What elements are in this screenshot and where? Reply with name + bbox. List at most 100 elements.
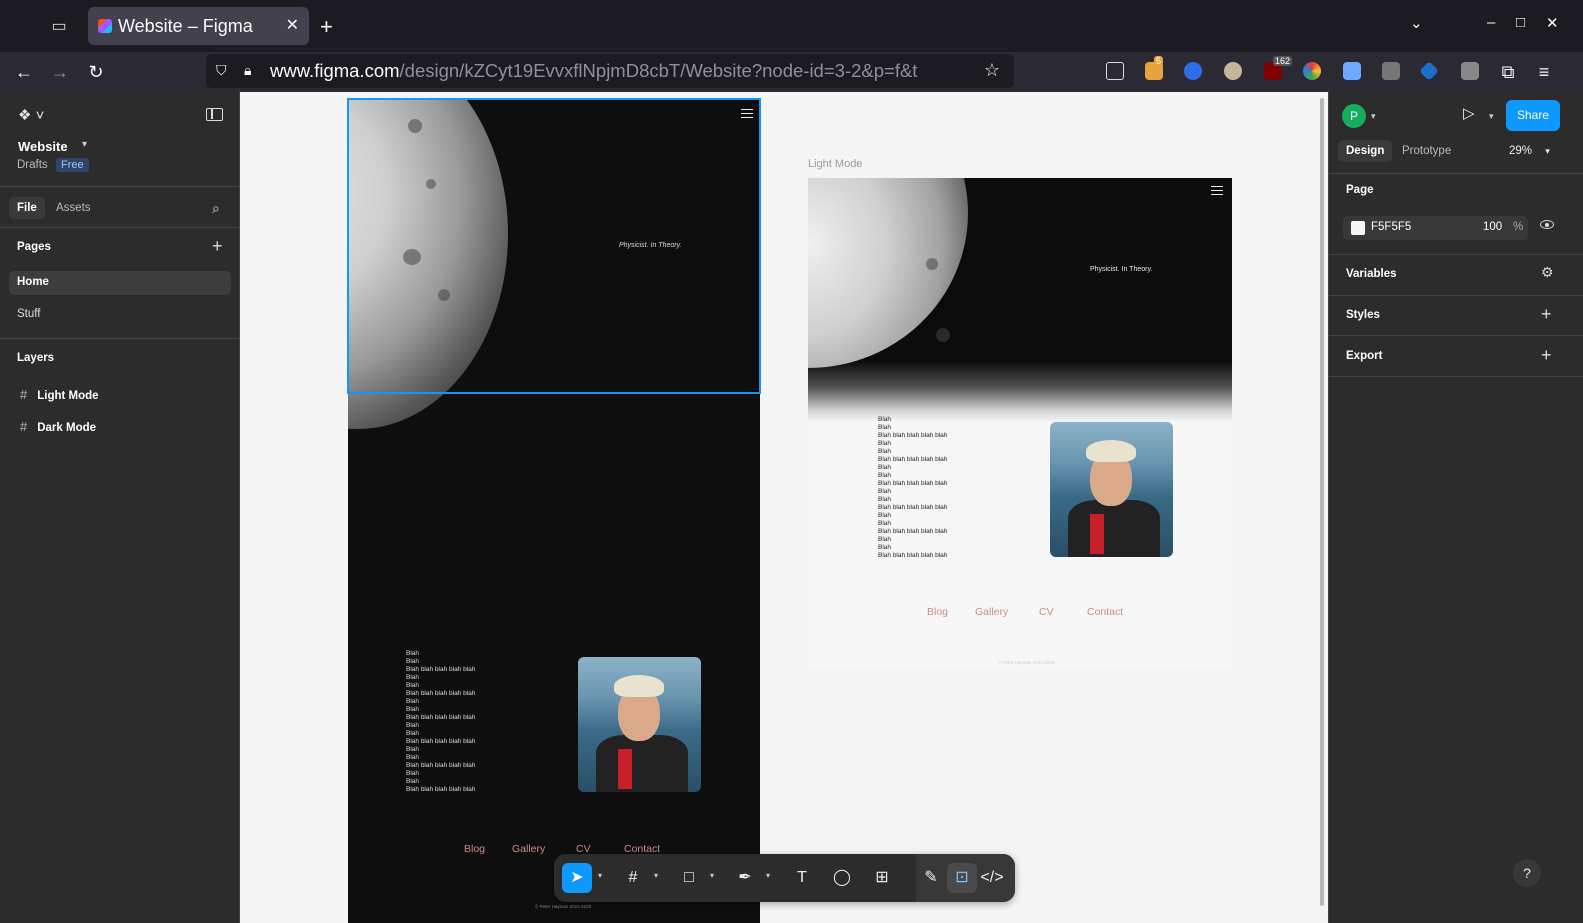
close-tab-icon[interactable]: ✕	[286, 15, 299, 35]
divider	[0, 186, 239, 187]
zoom-chevron-icon[interactable]: ▾	[1545, 146, 1550, 156]
design-mode-icon[interactable]: ⊡	[947, 863, 977, 893]
back-icon[interactable]: ←	[12, 60, 36, 84]
nav-link-blog: Blog	[464, 843, 486, 855]
canvas-scrollbar[interactable]	[1320, 98, 1324, 906]
tab-design[interactable]: Design	[1338, 140, 1393, 162]
ublock-icon[interactable]: 162	[1264, 56, 1293, 80]
color-extension-icon[interactable]	[1303, 62, 1321, 80]
frame-tool-icon[interactable]: #	[618, 863, 648, 893]
page-item-stuff[interactable]: Stuff	[9, 303, 231, 327]
color-swatch[interactable]	[1351, 221, 1365, 235]
mail-extension-icon[interactable]: 5	[1145, 56, 1164, 80]
page-item-home[interactable]: Home	[9, 271, 231, 295]
profile-photo	[578, 657, 701, 792]
todo-extension-icon[interactable]	[1184, 62, 1202, 80]
present-play-icon[interactable]: ▷	[1463, 104, 1475, 122]
hamburger-menu-icon	[1211, 186, 1223, 195]
fill-hex-input[interactable]: F5F5F5	[1371, 221, 1411, 233]
divider	[1329, 295, 1583, 296]
help-button[interactable]: ?	[1513, 859, 1541, 887]
new-tab-icon[interactable]: +	[320, 14, 333, 40]
light-mode-frame[interactable]: Physicist. In Theory. Blah Blah Blah bla…	[808, 178, 1232, 668]
move-tool-chevron-icon[interactable]: ▾	[598, 871, 602, 880]
fill-opacity-input[interactable]: 100	[1483, 221, 1502, 233]
diamond-extension-icon[interactable]	[1419, 61, 1439, 81]
pen-tool-icon[interactable]: ✒	[730, 863, 760, 893]
layer-dark-mode[interactable]: # Dark Mode	[20, 419, 96, 434]
file-name[interactable]: Website	[18, 139, 68, 154]
tab-list-icon[interactable]: ▭	[48, 16, 70, 38]
opacity-unit: %	[1513, 221, 1524, 233]
figma-window: ▭ Website – Figma ✕ + ⌄ – □ ✕ ← → ↻ ⛉ 🔒︎…	[0, 0, 1583, 923]
frame-tool-chevron-icon[interactable]: ▾	[654, 871, 658, 880]
moon-crater	[936, 328, 950, 342]
add-export-icon[interactable]: +	[1541, 345, 1552, 366]
nav-link-blog: Blog	[927, 606, 949, 618]
frame-label-light-mode[interactable]: Light Mode	[808, 158, 862, 170]
minimize-icon[interactable]: –	[1487, 14, 1495, 31]
pocket-icon[interactable]	[1106, 62, 1124, 80]
page-section-heading: Page	[1346, 184, 1374, 196]
layer-light-mode[interactable]: # Light Mode	[20, 387, 99, 402]
profile-photo	[1050, 422, 1173, 557]
toggle-sidebar-icon[interactable]	[206, 108, 223, 121]
share-button[interactable]: Share	[1506, 100, 1560, 131]
add-page-icon[interactable]: +	[212, 236, 223, 257]
move-tool-icon[interactable]: ➤	[562, 863, 592, 893]
shape-tool-chevron-icon[interactable]: ▾	[710, 871, 714, 880]
file-menu-chevron-icon[interactable]: ▾	[82, 139, 87, 150]
text-tool-icon[interactable]: T	[787, 863, 817, 893]
hero-tagline: Physicist. In Theory.	[1090, 266, 1153, 273]
bookmark-star-icon[interactable]: ☆	[984, 60, 1000, 81]
divider	[0, 338, 239, 339]
nav-link-gallery: Gallery	[512, 843, 546, 855]
tab-file[interactable]: File	[9, 197, 45, 219]
left-panel: ❖ ˅ Website ▾ Drafts Free File Assets ⌕ …	[0, 92, 240, 923]
lock-icon[interactable]: 🔒︎	[244, 62, 251, 79]
browser-tab[interactable]: Website – Figma ✕	[88, 7, 309, 45]
search-icon[interactable]: ⌕	[212, 200, 220, 217]
reload-icon[interactable]: ↻	[84, 60, 108, 84]
draw-mode-icon[interactable]: ✎	[916, 863, 946, 893]
actions-icon[interactable]: ⊞	[867, 863, 897, 893]
document-extension-icon[interactable]	[1343, 62, 1361, 80]
profile-extension-icon[interactable]	[1224, 62, 1242, 80]
comment-tool-icon[interactable]: ◯	[827, 863, 857, 893]
app-menu-icon[interactable]: ≡	[1532, 60, 1556, 84]
file-location[interactable]: Drafts	[17, 159, 48, 171]
extensions-puzzle-icon[interactable]: ⧉	[1496, 60, 1520, 84]
dev-mode-icon[interactable]: </>	[977, 863, 1007, 893]
page-background-fill[interactable]: F5F5F5 100 %	[1343, 216, 1528, 240]
avatar[interactable]: P	[1342, 104, 1366, 128]
styles-section[interactable]: Styles	[1346, 309, 1380, 321]
tab-prototype[interactable]: Prototype	[1394, 140, 1459, 162]
export-section[interactable]: Export	[1346, 350, 1382, 362]
zoom-level[interactable]: 29% ▾	[1509, 145, 1550, 157]
tab-assets[interactable]: Assets	[48, 197, 99, 219]
screenshot-extension-icon[interactable]	[1382, 62, 1400, 80]
present-chevron-icon[interactable]: ▾	[1489, 111, 1494, 122]
forward-icon[interactable]: →	[48, 60, 72, 84]
url-text[interactable]: www.figma.com/design/kZCyt19EvvxflNpjmD8…	[270, 60, 970, 82]
rectangle-tool-icon[interactable]: □	[674, 863, 704, 893]
close-window-icon[interactable]: ✕	[1546, 14, 1559, 32]
variables-settings-icon[interactable]: ⚙	[1541, 264, 1554, 281]
nav-link-contact: Contact	[1087, 606, 1124, 618]
tab-title: Website – Figma	[118, 16, 253, 36]
body-text: Blah Blah Blah blah blah blah blah Blah …	[878, 416, 948, 559]
avatar-chevron-icon[interactable]: ▾	[1371, 111, 1376, 122]
tracking-shield-icon[interactable]: ⛉	[216, 62, 227, 79]
maximize-icon[interactable]: □	[1516, 14, 1525, 31]
tab-overflow-chevron-icon[interactable]: ⌄	[1410, 14, 1423, 32]
figma-favicon-icon	[98, 19, 112, 33]
add-style-icon[interactable]: +	[1541, 304, 1552, 325]
pen-tool-chevron-icon[interactable]: ▾	[766, 871, 770, 880]
plan-badge[interactable]: Free	[56, 158, 89, 172]
visibility-eye-icon[interactable]	[1540, 220, 1554, 229]
figma-main-menu-icon[interactable]: ❖ ˅	[18, 106, 44, 124]
design-canvas[interactable]: Physicist. In Theory. Blah Blah Blah bla…	[240, 92, 1328, 923]
url-bar[interactable]: ⛉ 🔒︎ www.figma.com/design/kZCyt19EvvxflN…	[206, 54, 1014, 88]
window-extension-icon[interactable]	[1461, 62, 1479, 80]
variables-section[interactable]: Variables	[1346, 268, 1397, 280]
